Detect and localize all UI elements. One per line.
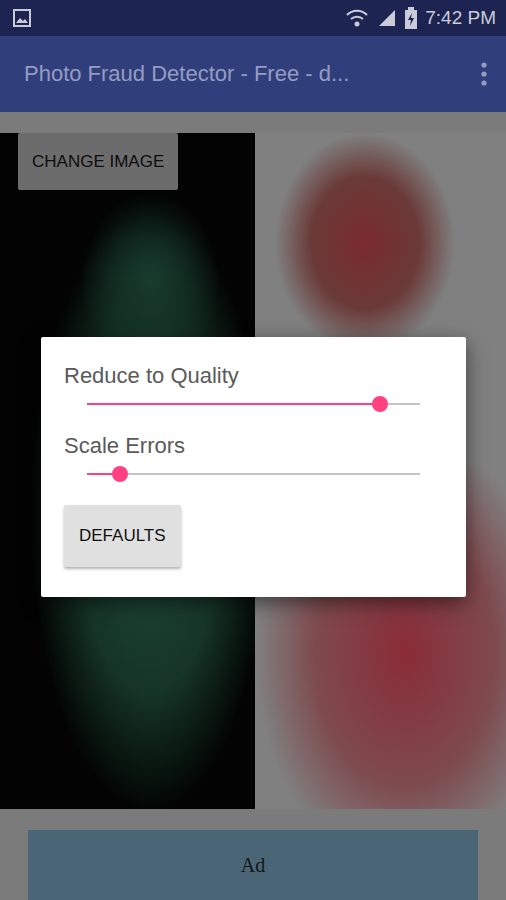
ad-banner[interactable]: Ad [28,830,478,900]
slider-thumb[interactable] [112,466,128,482]
signal-icon [377,8,397,28]
image-notification-icon [12,8,32,28]
slider-label: Reduce to Quality [64,363,443,389]
app-title: Photo Fraud Detector - Free - d... [24,61,349,87]
slider-label: Scale Errors [64,433,443,459]
slider[interactable] [64,389,443,419]
slider-fill [87,403,380,405]
defaults-button[interactable]: DEFAULTS [64,505,181,567]
status-bar: 7:42 PM [0,0,506,36]
slider-track[interactable] [87,403,420,405]
settings-dialog: Reduce to Quality Scale Errors DEFAULTS [41,337,466,597]
ad-area: Ad [0,809,506,900]
change-image-button[interactable]: CHANGE IMAGE [18,133,178,190]
wifi-icon [345,8,369,28]
slider[interactable] [64,459,443,489]
clock: 7:42 PM [425,7,496,29]
ad-label: Ad [241,854,265,877]
battery-icon [405,7,417,29]
screen: 7:42 PM Photo Fraud Detector - Free - d..… [0,0,506,900]
app-bar: Photo Fraud Detector - Free - d... [0,36,506,112]
slider-thumb[interactable] [372,396,388,412]
overflow-menu-icon[interactable] [480,61,488,87]
slider-track[interactable] [87,473,420,475]
